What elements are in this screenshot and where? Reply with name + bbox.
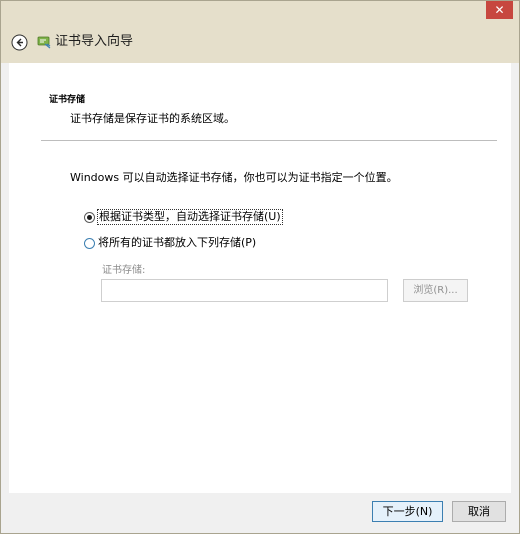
intro-text: Windows 可以自动选择证书存储，你也可以为证书指定一个位置。 [70,171,398,184]
option-place-all-certs[interactable]: 将所有的证书都放入下列存储(P) [84,235,256,251]
wizard-title: 证书导入向导 [55,34,134,49]
certificate-store-input[interactable] [101,279,388,302]
browse-button[interactable]: 浏览(R)... [403,279,468,302]
next-button[interactable]: 下一步(N) [372,501,443,522]
radio-selected-icon[interactable] [84,211,95,223]
radio-unselected-icon[interactable] [84,237,95,249]
back-arrow-icon[interactable] [11,34,28,51]
option-auto-select-store[interactable]: 根据证书类型，自动选择证书存储(U) [84,209,283,225]
close-button[interactable]: ✕ [486,1,513,19]
certificate-icon [37,36,51,49]
section-title: 证书存储 [49,95,86,105]
cancel-button[interactable]: 取消 [452,501,506,522]
certificate-store-label: 证书存储: [102,265,146,276]
divider [41,140,497,141]
section-description: 证书存储是保存证书的系统区域。 [70,112,235,125]
certificate-import-wizard-window: ✕ 证书导入向导 证书存储 证书存储是保存证书的系统区域。 Windows 可以… [0,0,520,534]
window-chrome: ✕ 证书导入向导 [1,1,519,63]
option-place-label: 将所有的证书都放入下列存储(P) [98,236,257,249]
option-auto-label: 根据证书类型，自动选择证书存储(U) [97,209,283,225]
wizard-content: 证书存储 证书存储是保存证书的系统区域。 Windows 可以自动选择证书存储，… [9,63,511,493]
